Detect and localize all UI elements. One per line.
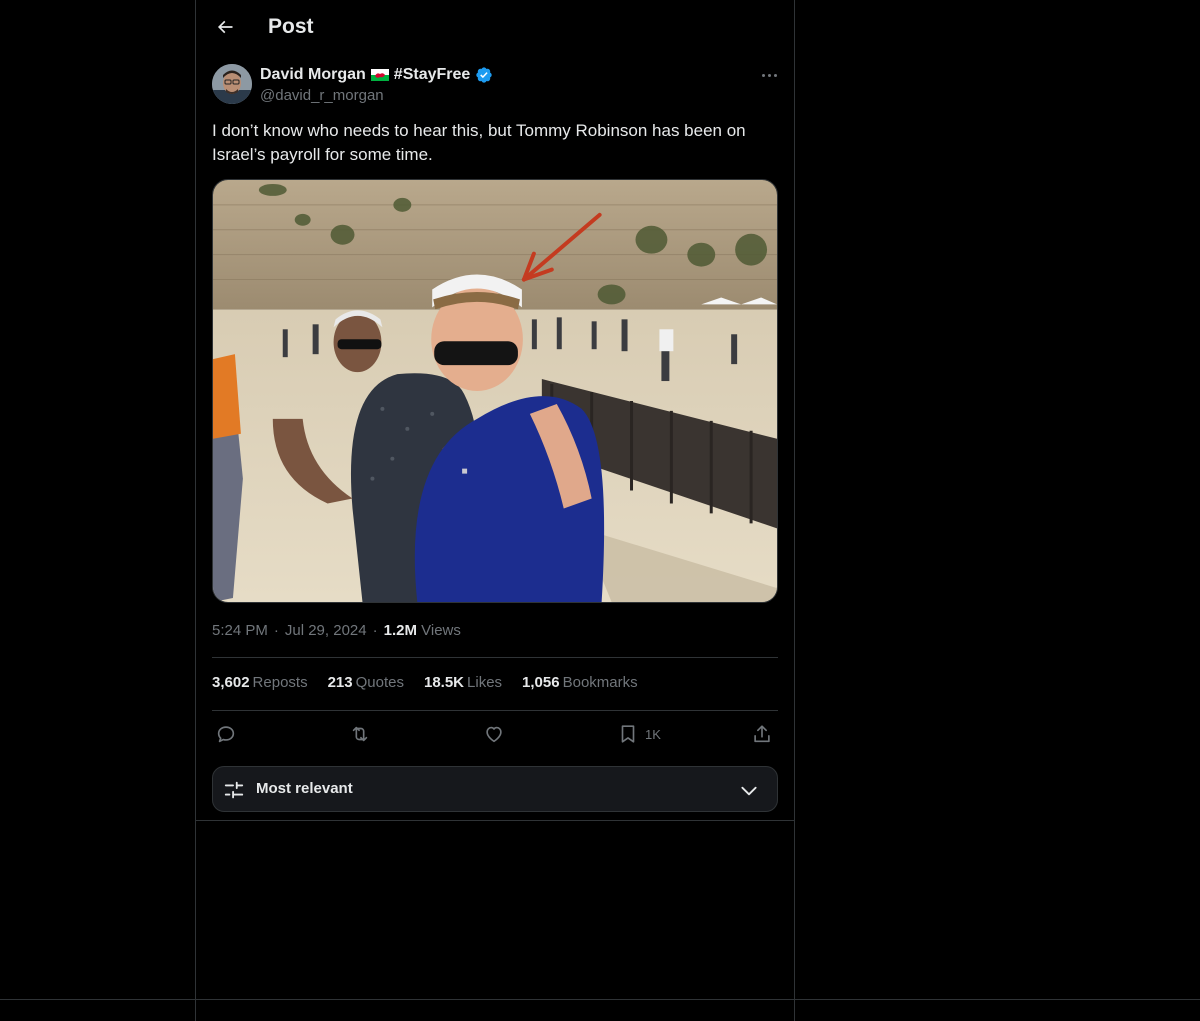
like-button[interactable] (483, 722, 505, 746)
replies-sort-dropdown[interactable]: Most relevant (212, 766, 778, 812)
bookmark-button[interactable]: 1K (617, 722, 661, 746)
sliders-icon (223, 779, 245, 801)
post-date[interactable]: Jul 29, 2024 (285, 622, 367, 639)
author-hashtag: #StayFree (393, 66, 471, 83)
meta-separator: · (273, 622, 279, 639)
likes-stat[interactable]: 18.5K Likes (424, 674, 502, 696)
verified-badge-icon (476, 67, 492, 83)
post-meta: 5:24 PM · Jul 29, 2024 · 1.2M Views (212, 621, 461, 641)
author-handle[interactable]: @david_r_morgan (260, 86, 384, 106)
likes-count: 18.5K (423, 674, 465, 691)
post-photo[interactable] (212, 179, 778, 603)
arrow-left-icon (217, 20, 233, 34)
divider (0, 999, 1200, 1000)
bookmarks-count: 1,056 (522, 674, 560, 691)
page-title: Post (268, 15, 314, 38)
post-time[interactable]: 5:24 PM (212, 622, 268, 639)
divider (212, 657, 778, 658)
divider (212, 710, 778, 711)
reposts-stat[interactable]: 3,602 Reposts (212, 674, 308, 696)
avatar-image (212, 64, 252, 104)
bookmark-count: 1K (645, 726, 661, 742)
more-dot (773, 73, 777, 77)
page-header: Post (196, 0, 794, 53)
replies-sort-label: Most relevant (256, 780, 353, 797)
author-name-row: David Morgan #StayFree (260, 64, 493, 86)
likes-label: Likes (467, 674, 503, 691)
reposts-count: 3,602 (212, 674, 250, 691)
chevron-down-icon (739, 781, 759, 801)
reposts-label: Reposts (252, 674, 308, 691)
reply-icon (217, 726, 235, 743)
primary-column: Post David Morgan #StayFree @david_r_mor… (195, 0, 795, 1021)
more-options-button[interactable] (756, 64, 782, 86)
engagement-stats: 3,602 Reposts 213 Quotes 18.5K Likes 1,056 B… (212, 674, 638, 696)
avatar[interactable] (212, 64, 252, 104)
more-dot (767, 73, 771, 77)
author-display-name[interactable]: David Morgan (260, 66, 366, 84)
bookmark-icon (621, 725, 635, 743)
quotes-stat[interactable]: 213 Quotes (328, 674, 404, 696)
repost-button[interactable] (349, 722, 371, 746)
share-button[interactable] (751, 722, 773, 746)
heart-icon (486, 726, 502, 743)
bookmarks-stat[interactable]: 1,056 Bookmarks (522, 674, 638, 696)
wales-flag-icon (370, 69, 389, 81)
views-count: 1.2M (383, 622, 417, 639)
divider (196, 820, 794, 821)
share-icon (754, 725, 770, 743)
more-dot (761, 73, 765, 77)
reply-button[interactable] (215, 722, 237, 746)
photo-image (213, 180, 777, 602)
quotes-count: 213 (327, 674, 353, 691)
quotes-label: Quotes (355, 674, 404, 691)
bookmarks-label: Bookmarks (562, 674, 638, 691)
action-bar: 1K (212, 720, 778, 748)
post-text: I don’t know who needs to hear this, but… (212, 121, 746, 164)
meta-separator: · (372, 622, 378, 639)
views-label: Views (421, 622, 461, 639)
repost-icon (352, 726, 368, 742)
back-button[interactable] (208, 10, 242, 44)
